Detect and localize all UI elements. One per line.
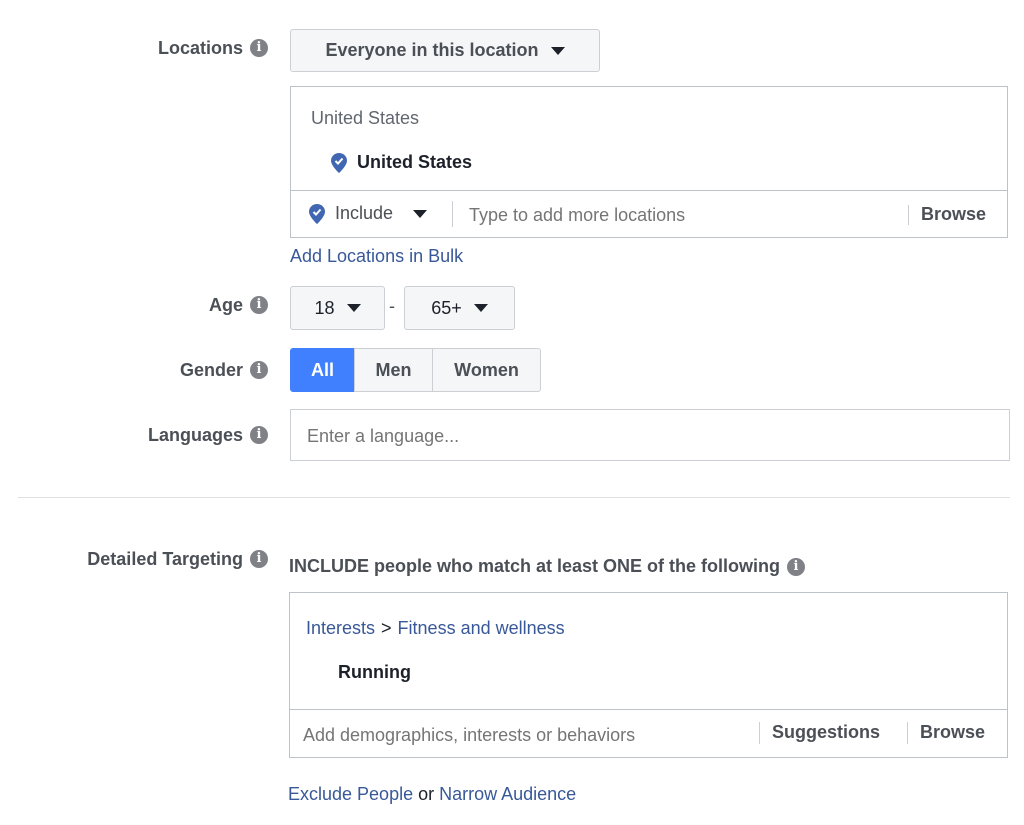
age-separator: - [389,296,395,316]
breadcrumb-interests[interactable]: Interests [306,618,375,639]
location-input-bar: Include Browse [291,190,1007,237]
location-audience-dropdown[interactable]: Everyone in this location [290,29,600,72]
exclude-narrow-row: Exclude People or Narrow Audience [288,784,576,805]
caret-down-icon [473,304,488,312]
gender-women-button[interactable]: Women [432,348,541,392]
info-icon[interactable]: i [250,296,268,314]
locations-panel: United States United States Include Brow… [290,86,1008,238]
divider [452,201,453,227]
breadcrumb-fitness[interactable]: Fitness and wellness [398,618,565,639]
targeting-search-input[interactable] [301,722,745,748]
info-icon[interactable]: i [250,39,268,57]
targeting-panel: Interests > Fitness and wellness Running… [289,592,1008,758]
exclude-people-link[interactable]: Exclude People [288,784,413,805]
include-heading-row: INCLUDE people who match at least ONE of… [289,556,806,577]
detailed-targeting-label: Detailed Targeting [87,548,243,569]
location-audience-dropdown-label: Everyone in this location [325,40,539,60]
suggestions-button[interactable]: Suggestions [772,722,880,743]
section-divider [18,497,1010,498]
info-icon[interactable]: i [250,550,268,568]
location-browse-button[interactable]: Browse [921,204,986,225]
gender-label-row: Gender i [60,358,268,382]
include-label: Include [335,203,394,223]
location-pin-icon [331,152,347,173]
or-text: or [418,784,435,804]
add-locations-bulk-link[interactable]: Add Locations in Bulk [290,246,463,267]
info-icon[interactable]: i [250,426,268,444]
age-min-value: 18 [314,297,335,318]
location-search-input[interactable] [467,202,891,228]
selected-location[interactable]: United States [331,152,472,173]
age-label: Age [208,294,243,315]
locations-label-row: Locations i [60,36,268,60]
gender-all-button[interactable]: All [290,348,355,392]
divider [907,722,908,744]
age-max-value: 65+ [431,297,462,318]
targeting-input-bar: Suggestions Browse [290,709,1007,757]
divider [759,722,760,744]
locations-label: Locations [157,37,243,58]
caret-down-icon [413,209,428,218]
gender-label: Gender [179,359,243,380]
targeting-breadcrumb: Interests > Fitness and wellness [306,618,565,639]
languages-label: Languages [147,424,243,445]
caret-down-icon [550,46,565,55]
caret-down-icon [346,304,361,312]
languages-field[interactable] [290,409,1010,461]
info-icon[interactable]: i [250,361,268,379]
gender-men-button[interactable]: Men [354,348,433,392]
selected-interest[interactable]: Running [338,662,411,683]
breadcrumb-separator: > [381,618,392,638]
selected-location-label: United States [357,152,473,172]
divider [908,205,909,225]
detailed-targeting-label-row: Detailed Targeting i [20,547,268,571]
location-pin-icon [309,203,325,224]
info-icon[interactable]: i [787,557,806,576]
age-max-dropdown[interactable]: 65+ [404,286,515,330]
narrow-audience-link[interactable]: Narrow Audience [439,784,576,805]
include-heading: INCLUDE people who match at least ONE of… [289,556,781,576]
targeting-browse-button[interactable]: Browse [920,722,985,743]
age-min-dropdown[interactable]: 18 [290,286,385,330]
language-input[interactable] [305,423,989,449]
location-group-header: United States [311,108,420,128]
age-label-row: Age i [60,293,268,317]
languages-label-row: Languages i [60,423,268,447]
include-dropdown[interactable]: Include [309,203,428,224]
